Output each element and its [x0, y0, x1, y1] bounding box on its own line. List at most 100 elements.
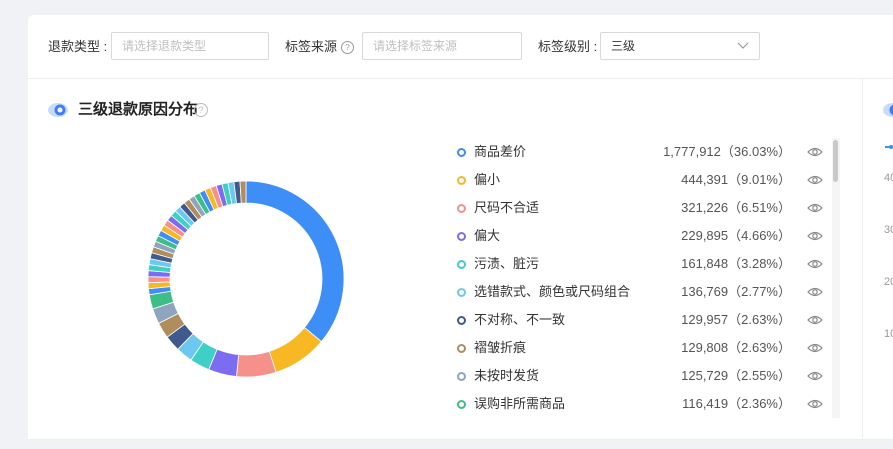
legend-value-percent: （2.77%） — [728, 284, 791, 299]
refund-type-label: 退款类型 : — [48, 39, 108, 54]
donut-slice[interactable] — [236, 350, 277, 378]
legend-value-number: 229,895 — [681, 228, 729, 243]
legend-marker — [457, 288, 466, 297]
legend-item-label: 偏大 — [474, 228, 501, 243]
legend-item-label: 选错款式、颜色或尺码组合 — [474, 284, 631, 299]
legend-value-percent: （36.03%） — [720, 144, 791, 159]
legend-item-label: 污渍、脏污 — [474, 256, 540, 271]
eye-icon[interactable] — [807, 369, 823, 383]
tag-level-select[interactable]: 三级 — [600, 32, 760, 60]
tag-level-label: 标签级别 : — [538, 39, 598, 54]
legend-item[interactable]: 偏小 444,391（9.01%） — [455, 166, 829, 194]
filter-bar: 退款类型 : 请选择退款类型 标签来源? 请选择标签来源 标签级别 : 三级 — [28, 15, 893, 79]
eye-icon[interactable] — [807, 201, 823, 215]
legend-item-value: 161,848（3.28%） — [681, 250, 791, 278]
legend-value-percent: （6.51%） — [728, 200, 791, 215]
legend-item-label: 误购非所需商品 — [474, 396, 566, 411]
legend-value-percent: （2.36%） — [728, 396, 791, 411]
legend-item-value: 1,777,912（36.03%） — [663, 138, 791, 166]
legend-item[interactable]: 误购非所需商品 116,419（2.36%） — [455, 390, 829, 418]
legend-item-value: 116,419（2.36%） — [682, 390, 791, 418]
legend-marker — [457, 400, 466, 409]
y-tick: 20 — [884, 276, 893, 288]
eye-icon[interactable] — [807, 257, 823, 271]
legend-item-label: 尺码不合适 — [474, 200, 540, 215]
legend-item-label: 未按时发货 — [474, 368, 540, 383]
legend-item[interactable]: 选错款式、颜色或尺码组合 136,769（2.77%） — [455, 278, 829, 306]
tag-source-placeholder: 请选择标签来源 — [373, 39, 458, 53]
legend-marker — [457, 260, 466, 269]
legend-item-value: 129,957（2.63%） — [681, 306, 791, 334]
tag-source-label: 标签来源? — [285, 39, 355, 55]
legend-item[interactable]: 商品差价 1,777,912（36.03%） — [455, 138, 829, 166]
legend-marker — [457, 232, 466, 241]
refund-type-select[interactable]: 请选择退款类型 — [111, 32, 269, 60]
legend-item-value: 444,391（9.01%） — [681, 166, 791, 194]
legend-value-number: 161,848 — [681, 256, 729, 271]
legend-item[interactable]: 偏大 229,895（4.66%） — [455, 222, 829, 250]
tag-source-select[interactable]: 请选择标签来源 — [362, 32, 522, 60]
legend-marker — [457, 344, 466, 353]
legend-value-number: 1,777,912 — [663, 144, 721, 159]
legend-item-value: 229,895（4.66%） — [681, 222, 791, 250]
legend-item-value: 129,808（2.63%） — [681, 334, 791, 362]
legend-scrollbar-thumb[interactable] — [833, 140, 838, 182]
legend-marker — [457, 204, 466, 213]
legend-item[interactable]: 污渍、脏污 161,848（3.28%） — [455, 250, 829, 278]
legend-value-number: 125,729 — [681, 368, 729, 383]
legend-value-number: 444,391 — [681, 172, 729, 187]
legend-value-percent: （9.01%） — [728, 172, 791, 187]
legend-value-percent: （2.55%） — [728, 368, 791, 383]
legend-marker — [457, 148, 466, 157]
chart-legend: 商品差价 1,777,912（36.03%） 偏小 444,391（9.01%） 尺码不… — [455, 138, 829, 418]
legend-item-label: 商品差价 — [474, 144, 527, 159]
refund-type-placeholder: 请选择退款类型 — [122, 39, 207, 53]
chart-logo-icon — [48, 103, 68, 117]
legend-marker — [457, 372, 466, 381]
eye-icon[interactable] — [807, 397, 823, 411]
legend-value-percent: （3.28%） — [728, 256, 791, 271]
legend-item-value: 136,769（2.77%） — [681, 278, 791, 306]
legend-value-number: 129,808 — [681, 340, 729, 355]
legend-item-label: 偏小 — [474, 172, 501, 187]
legend-item[interactable]: 未按时发货 125,729（2.55%） — [455, 362, 829, 390]
legend-value-number: 321,226 — [681, 200, 729, 215]
legend-item-value: 321,226（6.51%） — [681, 194, 791, 222]
donut-slice[interactable] — [245, 180, 345, 343]
legend-item[interactable]: 褶皱折痕 129,808（2.63%） — [455, 334, 829, 362]
help-icon[interactable]: ? — [341, 41, 355, 54]
y-tick: 30 — [884, 224, 893, 236]
legend-marker — [457, 176, 466, 185]
donut-slice[interactable] — [239, 180, 247, 204]
help-icon[interactable]: ? — [194, 103, 208, 117]
chart-logo-icon — [883, 103, 893, 117]
legend-marker — [457, 316, 466, 325]
chevron-down-icon — [737, 42, 749, 49]
legend-value-percent: （2.63%） — [728, 312, 791, 327]
eye-icon[interactable] — [807, 285, 823, 299]
eye-icon[interactable] — [807, 341, 823, 355]
refund-reason-panel: 三级退款原因分布 ? 商品差价 1,777,912（36.03%） 偏小 444,39… — [28, 79, 863, 440]
legend-value-percent: （2.63%） — [728, 340, 791, 355]
legend-item[interactable]: 尺码不合适 321,226（6.51%） — [455, 194, 829, 222]
legend-value-percent: （4.66%） — [728, 228, 791, 243]
donut-chart[interactable] — [146, 179, 346, 379]
eye-icon[interactable] — [807, 313, 823, 327]
y-tick: 10 — [884, 328, 893, 340]
eye-icon[interactable] — [807, 145, 823, 159]
eye-icon[interactable] — [807, 173, 823, 187]
legend-item[interactable]: 不对称、不一致 129,957（2.63%） — [455, 306, 829, 334]
tag-level-value: 三级 — [611, 39, 636, 53]
legend-value-number: 129,957 — [681, 312, 729, 327]
eye-icon[interactable] — [807, 229, 823, 243]
secondary-panel: 40 30 20 10 — [863, 79, 893, 440]
y-tick: 40 — [884, 172, 893, 184]
legend-item-value: 125,729（2.55%） — [681, 362, 791, 390]
legend-item-label: 不对称、不一致 — [474, 312, 566, 327]
legend-line-icon — [885, 145, 893, 149]
legend-value-number: 136,769 — [681, 284, 729, 299]
legend-value-number: 116,419 — [682, 396, 729, 411]
legend-item-label: 褶皱折痕 — [474, 340, 527, 355]
donut-slice[interactable] — [147, 276, 171, 284]
panel-title: 三级退款原因分布 — [78, 101, 199, 118]
